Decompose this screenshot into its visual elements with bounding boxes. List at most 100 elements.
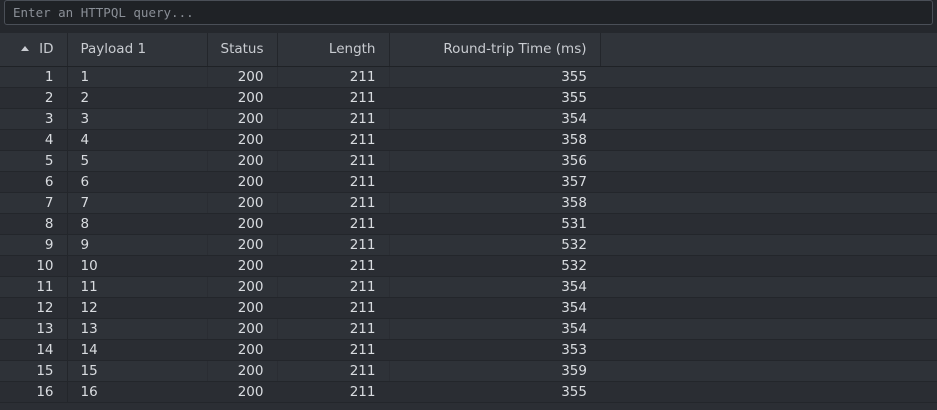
- cell-status: 200: [207, 87, 278, 109]
- cell-status: 200: [207, 150, 278, 172]
- table-row[interactable]: 5 5 200 211 356: [0, 150, 937, 172]
- cell-rtt: 358: [389, 192, 600, 214]
- cell-id: 2: [0, 87, 68, 109]
- column-header-rtt-label: Round-trip Time (ms): [443, 41, 587, 58]
- cell-rtt: 358: [389, 129, 600, 151]
- cell-payload: 14: [67, 339, 208, 361]
- cell-length: 211: [277, 234, 390, 256]
- cell-payload: 7: [67, 192, 208, 214]
- column-header-rtt[interactable]: Round-trip Time (ms): [389, 33, 601, 67]
- cell-length: 211: [277, 276, 390, 298]
- cell-payload: 3: [67, 108, 208, 130]
- column-header-status[interactable]: Status: [207, 33, 278, 67]
- table-row[interactable]: 2 2 200 211 355: [0, 87, 937, 109]
- cell-payload: 5: [67, 150, 208, 172]
- cell-length: 211: [277, 381, 390, 403]
- sort-ascending-icon: [21, 46, 30, 52]
- cell-id: 7: [0, 192, 68, 214]
- cell-filler: [600, 213, 937, 235]
- cell-id: 12: [0, 297, 68, 319]
- cell-status: 200: [207, 360, 278, 382]
- table-row[interactable]: 1 1 200 211 355: [0, 66, 937, 88]
- cell-payload: 9: [67, 234, 208, 256]
- cell-id: 16: [0, 381, 68, 403]
- table-row[interactable]: 7 7 200 211 358: [0, 192, 937, 214]
- cell-payload: 13: [67, 318, 208, 340]
- cell-status: 200: [207, 171, 278, 193]
- cell-filler: [600, 297, 937, 319]
- cell-id: 14: [0, 339, 68, 361]
- cell-rtt: 359: [389, 360, 600, 382]
- cell-id: 15: [0, 360, 68, 382]
- cell-id: 10: [0, 255, 68, 277]
- cell-id: 13: [0, 318, 68, 340]
- table-row[interactable]: 3 3 200 211 354: [0, 108, 937, 130]
- cell-status: 200: [207, 213, 278, 235]
- cell-length: 211: [277, 171, 390, 193]
- table-row[interactable]: 12 12 200 211 354: [0, 297, 937, 319]
- table-header: ID Payload 1 Status Length Round-trip Ti…: [0, 33, 937, 67]
- table-row[interactable]: 4 4 200 211 358: [0, 129, 937, 151]
- cell-rtt: 354: [389, 297, 600, 319]
- cell-id: 8: [0, 213, 68, 235]
- cell-filler: [600, 87, 937, 109]
- cell-rtt: 355: [389, 66, 600, 88]
- cell-payload: 11: [67, 276, 208, 298]
- table-row[interactable]: 10 10 200 211 532: [0, 255, 937, 277]
- cell-length: 211: [277, 255, 390, 277]
- table-row[interactable]: 14 14 200 211 353: [0, 339, 937, 361]
- cell-filler: [600, 339, 937, 361]
- cell-rtt: 532: [389, 255, 600, 277]
- cell-length: 211: [277, 213, 390, 235]
- cell-status: 200: [207, 381, 278, 403]
- cell-filler: [600, 276, 937, 298]
- cell-payload: 2: [67, 87, 208, 109]
- cell-length: 211: [277, 108, 390, 130]
- cell-payload: 8: [67, 213, 208, 235]
- column-header-payload-label: Payload 1: [80, 41, 147, 58]
- cell-filler: [600, 234, 937, 256]
- table-row[interactable]: 11 11 200 211 354: [0, 276, 937, 298]
- cell-filler: [600, 192, 937, 214]
- cell-status: 200: [207, 276, 278, 298]
- column-header-filler: [600, 33, 937, 67]
- column-header-id[interactable]: ID: [0, 33, 68, 67]
- cell-payload: 1: [67, 66, 208, 88]
- table-row[interactable]: 6 6 200 211 357: [0, 171, 937, 193]
- cell-filler: [600, 150, 937, 172]
- cell-payload: 12: [67, 297, 208, 319]
- column-header-payload[interactable]: Payload 1: [67, 33, 208, 67]
- cell-payload: 4: [67, 129, 208, 151]
- cell-filler: [600, 171, 937, 193]
- cell-status: 200: [207, 108, 278, 130]
- cell-rtt: 353: [389, 339, 600, 361]
- cell-payload: 15: [67, 360, 208, 382]
- cell-filler: [600, 381, 937, 403]
- query-bar: [0, 0, 937, 33]
- cell-id: 5: [0, 150, 68, 172]
- table-row[interactable]: 16 16 200 211 355: [0, 381, 937, 403]
- cell-status: 200: [207, 66, 278, 88]
- cell-length: 211: [277, 192, 390, 214]
- cell-length: 211: [277, 129, 390, 151]
- cell-length: 211: [277, 339, 390, 361]
- column-header-length[interactable]: Length: [277, 33, 390, 67]
- table-row[interactable]: 8 8 200 211 531: [0, 213, 937, 235]
- cell-status: 200: [207, 297, 278, 319]
- cell-status: 200: [207, 339, 278, 361]
- table-row[interactable]: 9 9 200 211 532: [0, 234, 937, 256]
- cell-payload: 16: [67, 381, 208, 403]
- cell-rtt: 354: [389, 276, 600, 298]
- cell-filler: [600, 108, 937, 130]
- cell-payload: 10: [67, 255, 208, 277]
- table-row[interactable]: 15 15 200 211 359: [0, 360, 937, 382]
- cell-length: 211: [277, 360, 390, 382]
- results-table: ID Payload 1 Status Length Round-trip Ti…: [0, 33, 937, 410]
- httpql-query-input[interactable]: [4, 0, 933, 25]
- cell-id: 11: [0, 276, 68, 298]
- cell-id: 1: [0, 66, 68, 88]
- cell-status: 200: [207, 318, 278, 340]
- cell-status: 200: [207, 129, 278, 151]
- cell-rtt: 355: [389, 381, 600, 403]
- table-row[interactable]: 13 13 200 211 354: [0, 318, 937, 340]
